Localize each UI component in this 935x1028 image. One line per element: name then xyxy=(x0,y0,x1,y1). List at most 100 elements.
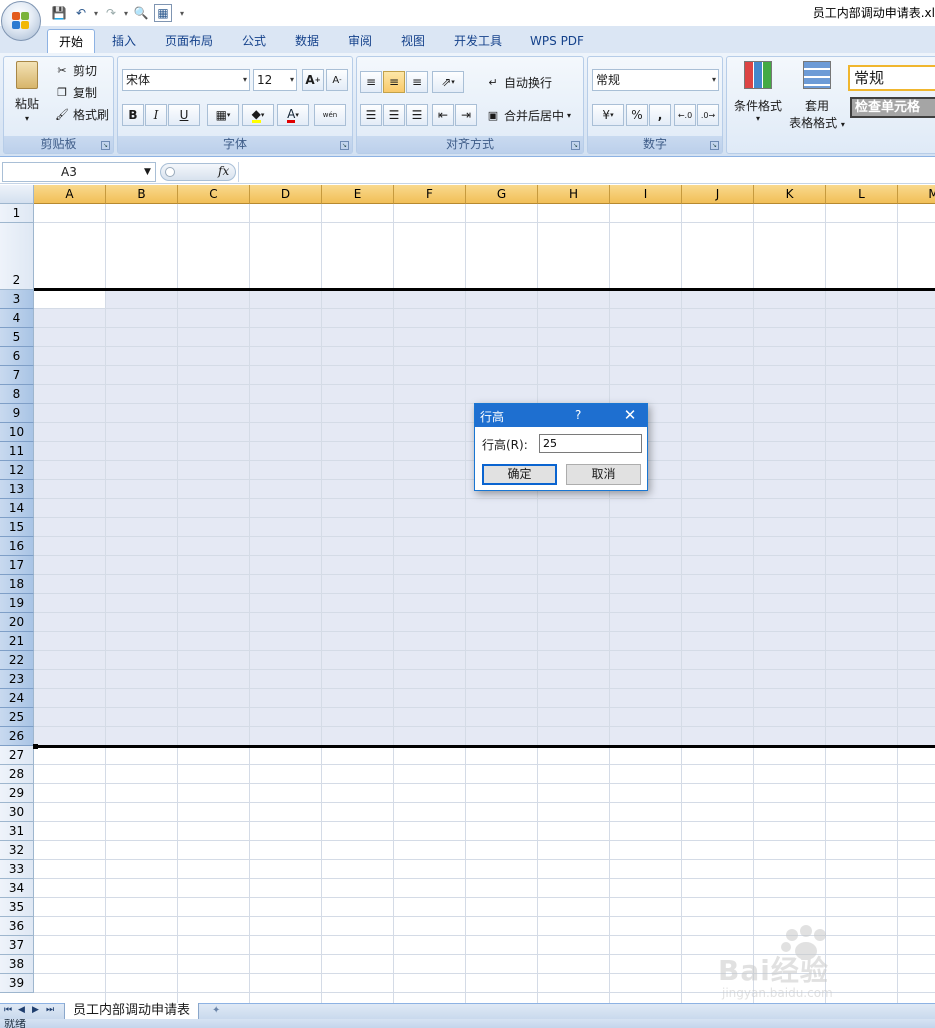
cut-button[interactable]: ✂ 剪切 xyxy=(54,62,97,79)
column-header-c[interactable]: C xyxy=(178,185,250,204)
column-header-i[interactable]: I xyxy=(610,185,682,204)
insert-sheet-icon[interactable]: ✦ xyxy=(212,1005,232,1019)
wrap-text-button[interactable]: ↵ 自动换行 xyxy=(485,74,552,91)
row-header-14[interactable]: 14 xyxy=(0,499,34,518)
row-header-26[interactable]: 26 xyxy=(0,727,34,746)
row-header-20[interactable]: 20 xyxy=(0,613,34,632)
column-header-g[interactable]: G xyxy=(466,185,538,204)
row-header-4[interactable]: 4 xyxy=(0,309,34,328)
redo-dropdown-icon[interactable]: ▾ xyxy=(124,9,128,18)
save-icon[interactable]: 💾 xyxy=(50,4,68,22)
merge-center-button[interactable]: ▣ 合并后居中 ▾ xyxy=(485,107,571,124)
font-name-combo[interactable]: 宋体 ▾ xyxy=(122,69,250,91)
print-preview-icon[interactable]: 🔍 xyxy=(132,4,150,22)
help-icon[interactable]: ? xyxy=(575,408,581,422)
decrease-decimal-button[interactable]: .0→ xyxy=(697,104,719,126)
row-header-32[interactable]: 32 xyxy=(0,841,34,860)
row-header-11[interactable]: 11 xyxy=(0,442,34,461)
redo-icon[interactable]: ↷ xyxy=(102,4,120,22)
row-header-8[interactable]: 8 xyxy=(0,385,34,404)
shrink-font-button[interactable]: A- xyxy=(326,69,348,91)
accounting-format-button[interactable]: ¥ ▾ xyxy=(592,104,624,126)
row-header-24[interactable]: 24 xyxy=(0,689,34,708)
row-header-23[interactable]: 23 xyxy=(0,670,34,689)
dialog-title-bar[interactable]: 行高 ? ✕ xyxy=(475,404,647,427)
undo-icon[interactable]: ↶ xyxy=(72,4,90,22)
italic-button[interactable]: I xyxy=(145,104,167,126)
number-format-combo[interactable]: 常规 ▾ xyxy=(592,69,719,91)
column-header-f[interactable]: F xyxy=(394,185,466,204)
conditional-format-button[interactable]: 条件格式 ▾ xyxy=(730,61,786,123)
paste-button[interactable]: 粘贴 ▾ xyxy=(8,59,46,131)
column-header-a[interactable]: A xyxy=(34,185,106,204)
row-header-30[interactable]: 30 xyxy=(0,803,34,822)
row-header-5[interactable]: 5 xyxy=(0,328,34,347)
insert-function-icon[interactable]: fx xyxy=(218,164,229,178)
row-header-15[interactable]: 15 xyxy=(0,518,34,537)
row-header-13[interactable]: 13 xyxy=(0,480,34,499)
column-header-j[interactable]: J xyxy=(682,185,754,204)
row-header-34[interactable]: 34 xyxy=(0,879,34,898)
sheet-tab-active[interactable]: 员工内部调动申请表 xyxy=(64,1003,200,1020)
copy-button[interactable]: ❐ 复制 xyxy=(54,84,97,101)
row-header-1[interactable]: 1 xyxy=(0,204,34,223)
row-header-9[interactable]: 9 xyxy=(0,404,34,423)
format-painter-button[interactable]: 🖌 格式刷 xyxy=(54,106,109,123)
customize-qat-icon[interactable]: ▾ xyxy=(180,9,184,18)
row-header-38[interactable]: 38 xyxy=(0,955,34,974)
increase-indent-button[interactable]: ⇥ xyxy=(455,104,477,126)
column-header-l[interactable]: L xyxy=(826,185,898,204)
row-header-25[interactable]: 25 xyxy=(0,708,34,727)
row-header-7[interactable]: 7 xyxy=(0,366,34,385)
column-header-b[interactable]: B xyxy=(106,185,178,204)
align-center-button[interactable]: ☰ xyxy=(383,104,405,126)
undo-dropdown-icon[interactable]: ▾ xyxy=(94,9,98,18)
align-top-button[interactable]: ≡ xyxy=(360,71,382,93)
row-header-22[interactable]: 22 xyxy=(0,651,34,670)
close-icon[interactable]: ✕ xyxy=(613,404,647,427)
font-color-button[interactable]: A ▾ xyxy=(277,104,309,126)
cell-style-normal[interactable]: 常规 xyxy=(848,65,935,91)
font-launcher-icon[interactable]: ↘ xyxy=(340,141,349,150)
tab-developer[interactable]: 开发工具 xyxy=(446,29,510,53)
decrease-indent-button[interactable]: ⇤ xyxy=(432,104,454,126)
column-header-h[interactable]: H xyxy=(538,185,610,204)
row-header-18[interactable]: 18 xyxy=(0,575,34,594)
tab-wps-pdf[interactable]: WPS PDF xyxy=(522,29,592,53)
row-header-12[interactable]: 12 xyxy=(0,461,34,480)
row-height-input[interactable]: 25 xyxy=(539,434,642,453)
number-launcher-icon[interactable]: ↘ xyxy=(710,141,719,150)
tab-review[interactable]: 审阅 xyxy=(338,29,382,53)
percent-style-button[interactable]: % xyxy=(626,104,648,126)
clipboard-launcher-icon[interactable]: ↘ xyxy=(101,141,110,150)
row-header-19[interactable]: 19 xyxy=(0,594,34,613)
active-cell-a3[interactable] xyxy=(34,290,105,308)
select-all-button[interactable] xyxy=(0,185,34,204)
tab-insert[interactable]: 插入 xyxy=(100,29,148,53)
row-header-28[interactable]: 28 xyxy=(0,765,34,784)
row-header-29[interactable]: 29 xyxy=(0,784,34,803)
tab-view[interactable]: 视图 xyxy=(391,29,435,53)
row-header-17[interactable]: 17 xyxy=(0,556,34,575)
name-box-dropdown-icon[interactable]: ▼ xyxy=(144,162,151,182)
column-header-d[interactable]: D xyxy=(250,185,322,204)
bold-button[interactable]: B xyxy=(122,104,144,126)
alignment-launcher-icon[interactable]: ↘ xyxy=(571,141,580,150)
freeze-panes-icon[interactable]: ▦ xyxy=(154,4,173,22)
row-header-33[interactable]: 33 xyxy=(0,860,34,879)
row-header-6[interactable]: 6 xyxy=(0,347,34,366)
last-sheet-icon[interactable]: ⏭ xyxy=(46,1005,54,1015)
column-header-k[interactable]: K xyxy=(754,185,826,204)
row-header-16[interactable]: 16 xyxy=(0,537,34,556)
row-header-39[interactable]: 39 xyxy=(0,974,34,993)
align-left-button[interactable]: ☰ xyxy=(360,104,382,126)
font-size-combo[interactable]: 12 ▾ xyxy=(253,69,297,91)
row-header-3[interactable]: 3 xyxy=(0,290,34,309)
orientation-button[interactable]: ⇗ ▾ xyxy=(432,71,464,93)
row-header-21[interactable]: 21 xyxy=(0,632,34,651)
underline-button[interactable]: U xyxy=(168,104,200,126)
phonetic-button[interactable]: wén xyxy=(314,104,346,126)
next-sheet-icon[interactable]: ▶ xyxy=(32,1005,39,1015)
row-header-35[interactable]: 35 xyxy=(0,898,34,917)
align-bottom-button[interactable]: ≡ xyxy=(406,71,428,93)
